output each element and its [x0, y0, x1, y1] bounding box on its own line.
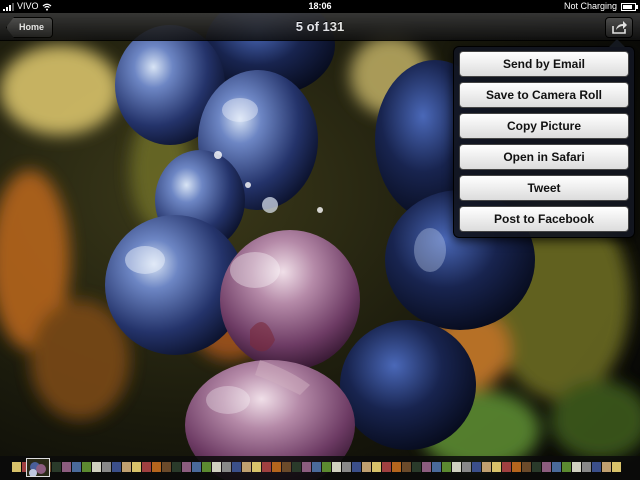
- tweet-button[interactable]: Tweet: [459, 175, 629, 201]
- filmstrip-thumbnail[interactable]: [472, 462, 481, 472]
- copy-picture-button[interactable]: Copy Picture: [459, 113, 629, 139]
- filmstrip-thumbnail[interactable]: [172, 462, 181, 472]
- share-menu: Send by Email Save to Camera Roll Copy P…: [453, 39, 635, 238]
- filmstrip-thumbnail[interactable]: [152, 462, 161, 472]
- share-icon: [612, 21, 627, 34]
- filmstrip-thumbnail[interactable]: [282, 462, 291, 472]
- status-bar: VIVO 18:06 Not Charging: [0, 0, 640, 13]
- filmstrip-thumbnail[interactable]: [532, 462, 541, 472]
- filmstrip-thumbnail[interactable]: [272, 462, 281, 472]
- filmstrip-thumbnail[interactable]: [582, 462, 591, 472]
- current-thumbnail[interactable]: [26, 458, 50, 477]
- filmstrip-thumbnail[interactable]: [372, 462, 381, 472]
- filmstrip-thumbnail[interactable]: [292, 462, 301, 472]
- filmstrip-thumbnail[interactable]: [602, 462, 611, 472]
- filmstrip-thumbnail[interactable]: [52, 462, 61, 472]
- filmstrip-thumbnail[interactable]: [482, 462, 491, 472]
- filmstrip-thumbnail[interactable]: [502, 462, 511, 472]
- send-by-email-button[interactable]: Send by Email: [459, 51, 629, 77]
- filmstrip-thumbnail[interactable]: [452, 462, 461, 472]
- filmstrip-thumbnail[interactable]: [122, 462, 131, 472]
- save-to-camera-roll-button[interactable]: Save to Camera Roll: [459, 82, 629, 108]
- filmstrip-thumbnail[interactable]: [112, 462, 121, 472]
- filmstrip-thumbnail[interactable]: [82, 462, 91, 472]
- filmstrip-thumbnail[interactable]: [552, 462, 561, 472]
- filmstrip-thumbnail[interactable]: [262, 462, 271, 472]
- filmstrip-thumbnail[interactable]: [492, 462, 501, 472]
- filmstrip-thumbnail[interactable]: [362, 462, 371, 472]
- filmstrip-thumbnail[interactable]: [212, 462, 221, 472]
- filmstrip-thumbnail[interactable]: [132, 462, 141, 472]
- filmstrip-thumbnail[interactable]: [252, 462, 261, 472]
- filmstrip-thumbnail[interactable]: [542, 462, 551, 472]
- filmstrip-thumbnail[interactable]: [12, 462, 21, 472]
- open-in-safari-button[interactable]: Open in Safari: [459, 144, 629, 170]
- post-to-facebook-button[interactable]: Post to Facebook: [459, 206, 629, 232]
- filmstrip-thumbnail[interactable]: [442, 462, 451, 472]
- filmstrip-thumbnail[interactable]: [322, 462, 331, 472]
- filmstrip-thumbnail[interactable]: [562, 462, 571, 472]
- thumbnail-filmstrip[interactable]: [0, 456, 640, 480]
- filmstrip-thumbnail[interactable]: [192, 462, 201, 472]
- filmstrip-thumbnail[interactable]: [72, 462, 81, 472]
- filmstrip-thumbnail[interactable]: [222, 462, 231, 472]
- filmstrip-thumbnail[interactable]: [302, 462, 311, 472]
- charging-status: Not Charging: [563, 1, 617, 11]
- filmstrip-thumbnail[interactable]: [312, 462, 321, 472]
- filmstrip-thumbnail[interactable]: [522, 462, 531, 472]
- filmstrip-thumbnail[interactable]: [62, 462, 71, 472]
- filmstrip-thumbnail[interactable]: [432, 462, 441, 472]
- filmstrip-thumbnail[interactable]: [512, 462, 521, 472]
- filmstrip-thumbnail[interactable]: [142, 462, 151, 472]
- filmstrip-thumbnail[interactable]: [242, 462, 251, 472]
- filmstrip-thumbnail[interactable]: [422, 462, 431, 472]
- current-thumbnail-image: [27, 459, 49, 476]
- battery-level: [623, 4, 632, 9]
- filmstrip-thumbnail[interactable]: [402, 462, 411, 472]
- filmstrip-thumbnail[interactable]: [162, 462, 171, 472]
- page-title: 5 of 131: [295, 19, 345, 34]
- filmstrip-thumbnail[interactable]: [352, 462, 361, 472]
- share-button[interactable]: [605, 17, 633, 38]
- thumbnail-list[interactable]: [12, 462, 628, 474]
- filmstrip-thumbnail[interactable]: [572, 462, 581, 472]
- filmstrip-thumbnail[interactable]: [202, 462, 211, 472]
- filmstrip-thumbnail[interactable]: [342, 462, 351, 472]
- navigation-bar: Home 5 of 131: [0, 13, 640, 41]
- filmstrip-thumbnail[interactable]: [232, 462, 241, 472]
- filmstrip-thumbnail[interactable]: [382, 462, 391, 472]
- filmstrip-thumbnail[interactable]: [182, 462, 191, 472]
- filmstrip-thumbnail[interactable]: [92, 462, 101, 472]
- battery-icon: [621, 2, 638, 11]
- filmstrip-thumbnail[interactable]: [392, 462, 401, 472]
- filmstrip-thumbnail[interactable]: [102, 462, 111, 472]
- clock: 18:06: [308, 1, 332, 11]
- filmstrip-thumbnail[interactable]: [592, 462, 601, 472]
- filmstrip-thumbnail[interactable]: [332, 462, 341, 472]
- filmstrip-thumbnail[interactable]: [462, 462, 471, 472]
- filmstrip-thumbnail[interactable]: [412, 462, 421, 472]
- filmstrip-thumbnail[interactable]: [612, 462, 621, 472]
